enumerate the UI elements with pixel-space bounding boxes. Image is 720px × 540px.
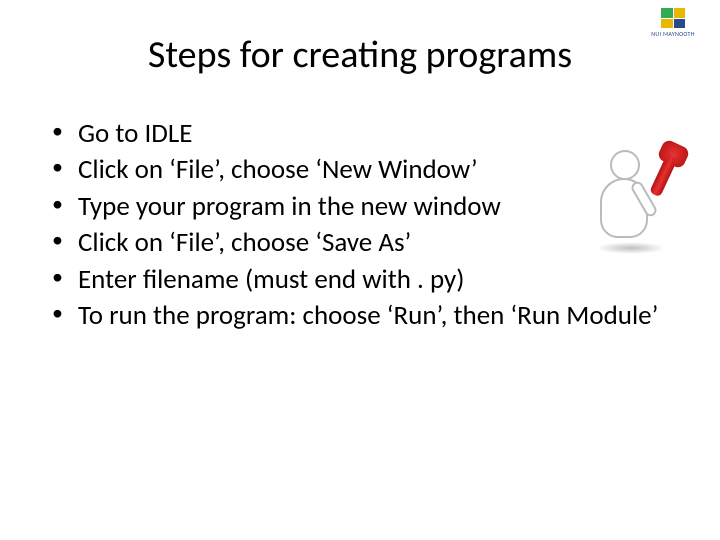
wrench-figure-icon <box>582 140 692 260</box>
list-item: To run the program: choose ‘Run’, then ‘… <box>46 298 690 334</box>
list-item: Enter filename (must end with . py) <box>46 262 690 298</box>
logo-shield-icon <box>661 8 685 28</box>
university-logo: NUI MAYNOOTH <box>638 8 708 42</box>
logo-text: NUI MAYNOOTH <box>651 30 695 38</box>
slide-title: Steps for creating programs <box>0 0 720 78</box>
